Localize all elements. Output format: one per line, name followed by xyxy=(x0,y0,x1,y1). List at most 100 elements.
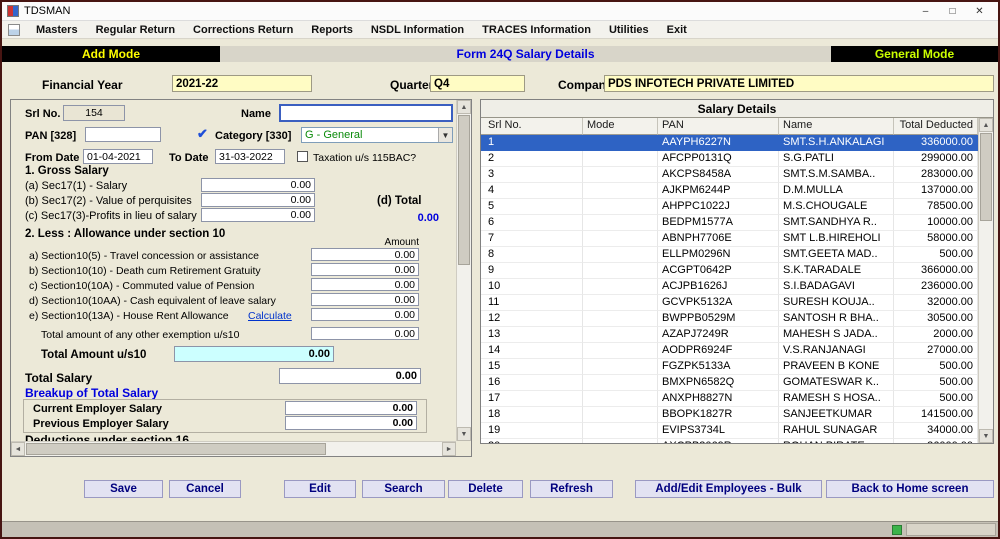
close-icon[interactable]: ✕ xyxy=(966,3,993,20)
salary-row-4[interactable]: 4AJKPM6244PD.M.MULLA137000.00 xyxy=(481,183,978,199)
salary-row-20[interactable]: 20AXCPB3069RROHAN PIRATE36000.00 xyxy=(481,439,978,443)
column-header-pan[interactable]: PAN xyxy=(658,118,779,135)
gross-total-value: 0.00 xyxy=(367,212,439,224)
cell-pan: EVIPS3734L xyxy=(658,423,779,439)
salary-row-2[interactable]: 2AFCPP0131QS.G.PATLI299000.00 xyxy=(481,151,978,167)
name-input[interactable] xyxy=(279,104,453,122)
table-vertical-scrollbar[interactable]: ▲ ▼ xyxy=(978,118,993,443)
salary-row-14[interactable]: 14AODPR6924FV.S.RANJANAGI27000.00 xyxy=(481,343,978,359)
cell-name: D.M.MULLA xyxy=(779,183,894,199)
cell-total: 500.00 xyxy=(894,375,978,391)
salary-row-13[interactable]: 13AZAPJ7249RMAHESH S JADA..2000.00 xyxy=(481,327,978,343)
scroll-up-icon[interactable]: ▲ xyxy=(457,100,471,114)
form-vertical-scrollbar[interactable]: ▲ ▼ xyxy=(456,100,471,441)
allowance-row-input[interactable] xyxy=(311,278,419,291)
column-header-total-deducted[interactable]: Total Deducted xyxy=(894,118,978,135)
salary-row-12[interactable]: 12BWPPB0529MSANTOSH R BHA..30500.00 xyxy=(481,311,978,327)
cell-pan: AAYPH6227N xyxy=(658,135,779,151)
cell-name: SMT.S.H.ANKALAGI xyxy=(779,135,894,151)
menu-corrections-return[interactable]: Corrections Return xyxy=(184,24,302,36)
salary-row-8[interactable]: 8ELLPM0296NSMT.GEETA MAD..500.00 xyxy=(481,247,978,263)
quarter-input[interactable] xyxy=(430,75,525,92)
form-horizontal-scrollbar[interactable]: ◄ ► xyxy=(11,441,456,456)
gross-row-input[interactable] xyxy=(201,178,315,192)
menu-nsdl-information[interactable]: NSDL Information xyxy=(362,24,473,36)
refresh-button[interactable]: Refresh xyxy=(530,480,613,498)
salary-row-1[interactable]: 1AAYPH6227NSMT.S.H.ANKALAGI336000.00 xyxy=(481,135,978,151)
salary-row-15[interactable]: 15FGZPK5133APRAVEEN B KONE500.00 xyxy=(481,359,978,375)
form-hscroll-thumb[interactable] xyxy=(26,443,326,455)
calculate-link[interactable]: Calculate xyxy=(248,310,292,322)
cell-pan: AXCPB3069R xyxy=(658,439,779,443)
salary-row-11[interactable]: 11GCVPK5132ASURESH KOUJA..32000.00 xyxy=(481,295,978,311)
salary-row-19[interactable]: 19EVIPS3734LRAHUL SUNAGAR34000.00 xyxy=(481,423,978,439)
allowance-total-input[interactable] xyxy=(174,346,334,362)
current-employer-input[interactable] xyxy=(285,401,417,415)
salary-row-3[interactable]: 3AKCPS8458ASMT.S.M.SAMBA..283000.00 xyxy=(481,167,978,183)
allowance-row-input[interactable] xyxy=(311,308,419,321)
cell-mode xyxy=(583,167,658,183)
salary-row-16[interactable]: 16BMXPN6582QGOMATESWAR K..500.00 xyxy=(481,375,978,391)
gross-row-label: (b) Sec17(2) - Value of perquisites xyxy=(25,195,192,207)
form-grid-icon[interactable] xyxy=(8,24,20,36)
company-input[interactable] xyxy=(604,75,994,92)
gross-row-input[interactable] xyxy=(201,208,315,222)
minimize-icon[interactable]: – xyxy=(912,3,939,20)
cell-total: 366000.00 xyxy=(894,263,978,279)
form-vscroll-thumb[interactable] xyxy=(458,115,470,265)
chevron-down-icon[interactable]: ▼ xyxy=(438,128,452,142)
scroll-right-icon[interactable]: ► xyxy=(442,442,456,456)
pan-input[interactable] xyxy=(85,127,161,142)
status-bar xyxy=(2,521,998,537)
total-salary-input[interactable] xyxy=(279,368,421,384)
cancel-button[interactable]: Cancel xyxy=(169,480,241,498)
allowance-row-input[interactable] xyxy=(311,293,419,306)
column-header-srl-no[interactable]: Srl No. xyxy=(481,118,583,135)
menu-regular-return[interactable]: Regular Return xyxy=(87,24,184,36)
allowance-row-input[interactable] xyxy=(311,263,419,276)
cell-pan: BMXPN6582Q xyxy=(658,375,779,391)
cell-pan: BBOPK1827R xyxy=(658,407,779,423)
menu-masters[interactable]: Masters xyxy=(27,24,87,36)
back-to-home-screen-button[interactable]: Back to Home screen xyxy=(826,480,994,498)
save-button[interactable]: Save xyxy=(84,480,163,498)
salary-row-18[interactable]: 18BBOPK1827RSANJEETKUMAR141500.00 xyxy=(481,407,978,423)
edit-button[interactable]: Edit xyxy=(284,480,356,498)
gross-row-input[interactable] xyxy=(201,193,315,207)
salary-row-9[interactable]: 9ACGPT0642PS.K.TARADALE366000.00 xyxy=(481,263,978,279)
to-date-input[interactable] xyxy=(215,149,285,164)
cell-srl: 16 xyxy=(481,375,583,391)
quarter-label: Quarter xyxy=(390,78,433,92)
table-vscroll-thumb[interactable] xyxy=(980,133,992,221)
srl-no-input[interactable] xyxy=(63,105,125,121)
add-edit-employees-bulk-button[interactable]: Add/Edit Employees - Bulk xyxy=(635,480,822,498)
salary-row-7[interactable]: 7ABNPH7706ESMT L.B.HIREHOLI58000.00 xyxy=(481,231,978,247)
allowance-row-input[interactable] xyxy=(311,248,419,261)
cell-pan: AJKPM6244P xyxy=(658,183,779,199)
search-button[interactable]: Search xyxy=(362,480,445,498)
maximize-icon[interactable]: □ xyxy=(939,3,966,20)
pan-verify-check-icon[interactable]: ✔ xyxy=(197,127,208,140)
scroll-up-icon[interactable]: ▲ xyxy=(979,118,993,132)
menu-traces-information[interactable]: TRACES Information xyxy=(473,24,600,36)
salary-row-17[interactable]: 17ANXPH8827NRAMESH S HOSA..500.00 xyxy=(481,391,978,407)
category-select[interactable]: G - General ▼ xyxy=(301,127,453,143)
previous-employer-input[interactable] xyxy=(285,416,417,430)
menu-utilities[interactable]: Utilities xyxy=(600,24,658,36)
scroll-left-icon[interactable]: ◄ xyxy=(11,442,25,456)
salary-row-5[interactable]: 5AHPPC1022JM.S.CHOUGALE78500.00 xyxy=(481,199,978,215)
taxation-115bac-checkbox[interactable] xyxy=(297,151,308,162)
scroll-down-icon[interactable]: ▼ xyxy=(979,429,993,443)
from-date-input[interactable] xyxy=(83,149,153,164)
financial-year-input[interactable] xyxy=(172,75,312,92)
column-header-mode[interactable]: Mode xyxy=(583,118,658,135)
salary-row-6[interactable]: 6BEDPM1577ASMT.SANDHYA R..10000.00 xyxy=(481,215,978,231)
allowance-row-input[interactable] xyxy=(311,327,419,340)
delete-button[interactable]: Delete xyxy=(448,480,523,498)
menu-exit[interactable]: Exit xyxy=(658,24,696,36)
column-header-name[interactable]: Name xyxy=(779,118,894,135)
scroll-down-icon[interactable]: ▼ xyxy=(457,427,471,441)
salary-row-10[interactable]: 10ACJPB1626JS.I.BADAGAVI236000.00 xyxy=(481,279,978,295)
menu-reports[interactable]: Reports xyxy=(302,24,362,36)
cell-pan: ANXPH8827N xyxy=(658,391,779,407)
